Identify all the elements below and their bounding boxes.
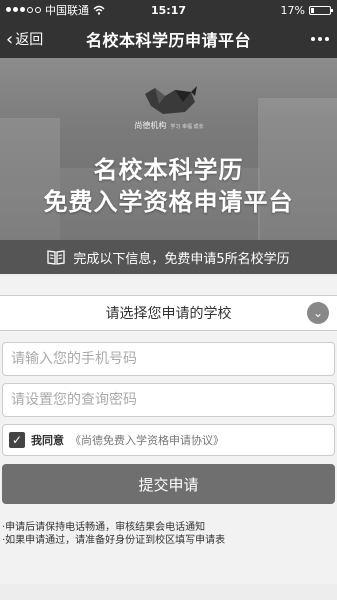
status-time: 15:17 (150, 3, 187, 17)
battery-icon (309, 5, 333, 15)
page-title: 名校本科学历申请平台 (85, 31, 251, 50)
brand-logo: 尚德机构 学习 幸福 成长 (124, 84, 214, 144)
wifi-icon (93, 5, 105, 15)
signal-strength-icon (6, 7, 41, 13)
banner-title-line2: 免费入学资格申请平台 (43, 188, 294, 216)
info-strip: 完成以下信息，免费申请5所名校学历 (0, 240, 337, 274)
chevron-down-icon: ⌄ (307, 302, 329, 324)
info-strip-text: 完成以下信息，免费申请5所名校学历 (73, 251, 290, 267)
carrier-name: 中国联通 (45, 4, 89, 17)
bull-logo-icon (145, 86, 197, 114)
password-input[interactable] (2, 383, 335, 417)
back-label: 返回 (15, 32, 44, 48)
battery-percent: 17% (280, 3, 305, 17)
back-button[interactable]: ‹ 返回 (6, 20, 43, 58)
hero-banner: 尚德机构 学习 幸福 成长 名校本科学历 免费入学资格申请平台 (0, 58, 337, 240)
chevron-left-icon: ‹ (6, 28, 14, 50)
agreement-link[interactable]: 《尚德免费入学资格申请协议》 (70, 432, 224, 448)
checkmark-icon: ✓ (11, 433, 23, 447)
note-line: ·如果申请通过，请准备好身份证到校区填写申请表 (2, 535, 226, 546)
book-icon (47, 250, 66, 265)
more-menu-icon[interactable] (311, 20, 329, 58)
agree-label: 我同意 (31, 434, 64, 447)
phone-input[interactable] (2, 342, 335, 376)
submit-button[interactable]: 提交申请 (2, 464, 335, 504)
agree-checkbox[interactable]: ✓ (9, 432, 25, 448)
agreement-row: ✓ 我同意 《尚德免费入学资格申请协议》 (2, 424, 335, 456)
school-select[interactable]: 请选择您申请的学校 ⌄ (0, 295, 337, 331)
school-select-label: 请选择您申请的学校 (105, 306, 232, 322)
logo-name: 尚德机构 (134, 121, 167, 130)
logo-text: 尚德机构 学习 幸福 成长 (124, 120, 214, 131)
battery-fill (311, 7, 314, 13)
status-left: 中国联通 (6, 2, 105, 18)
nav-bar: ‹ 返回 名校本科学历申请平台 (0, 20, 337, 58)
status-bar: 中国联通 15:17 17% (0, 0, 337, 20)
banner-title-line1: 名校本科学历 (93, 156, 244, 184)
application-form: 请选择您申请的学校 ⌄ ✓ 我同意 《尚德免费入学资格申请协议》 提交申请 ·申… (0, 276, 337, 584)
logo-subtext: 学习 幸福 成长 (170, 124, 204, 130)
status-right: 17% (280, 3, 333, 17)
